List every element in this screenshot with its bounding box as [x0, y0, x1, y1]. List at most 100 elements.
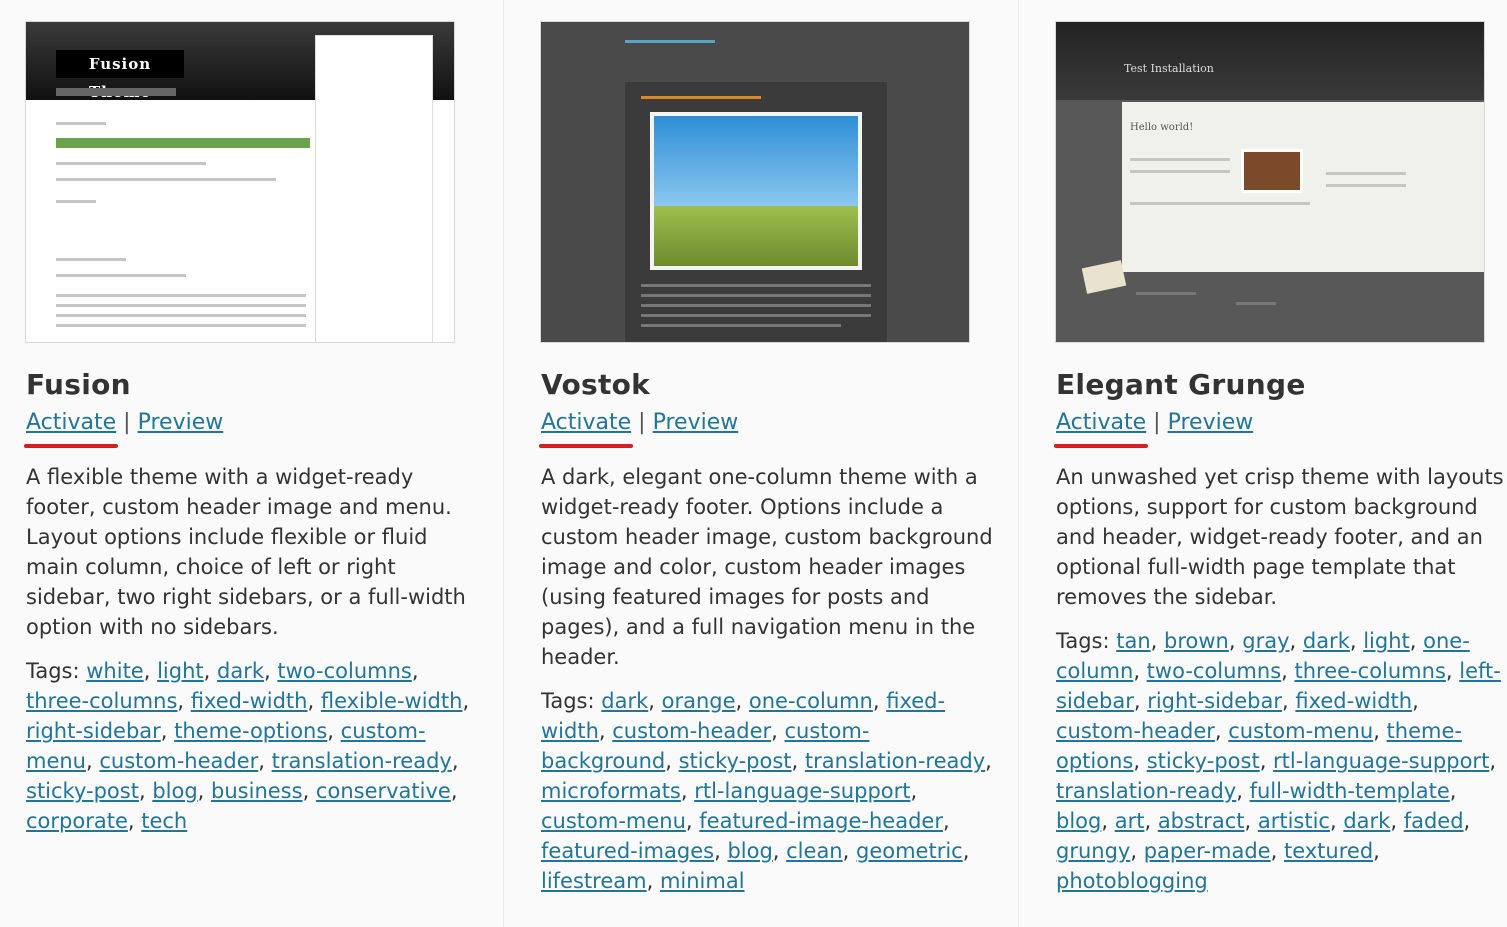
tag-link[interactable]: custom-header [99, 749, 258, 773]
tag-link[interactable]: clean [786, 839, 842, 863]
tag-link[interactable]: translation-ready [805, 749, 985, 773]
tag-link[interactable]: three-columns [1295, 659, 1446, 683]
theme-tags: Tags: dark, orange, one-column, fixed-wi… [541, 689, 992, 893]
tag-link[interactable]: blog [1056, 809, 1101, 833]
tag-link[interactable]: paper-made [1144, 839, 1271, 863]
theme-description-block: A dark, elegant one-column theme with a … [541, 462, 993, 896]
tag-link[interactable]: two-columns [1147, 659, 1281, 683]
tag-link[interactable]: corporate [26, 809, 128, 833]
tag-link[interactable]: fixed-width [191, 689, 308, 713]
column-divider [1018, 0, 1019, 927]
tag-link[interactable]: faded [1404, 809, 1464, 833]
tag-link[interactable]: right-sidebar [26, 719, 161, 743]
tag-link[interactable]: rtl-language-support [694, 779, 910, 803]
theme-actions: Activate | Preview [1056, 410, 1253, 435]
tag-link[interactable]: conservative [316, 779, 451, 803]
activate-link[interactable]: Activate [26, 410, 116, 435]
tag-link[interactable]: one-column [749, 689, 873, 713]
theme-tags: Tags: white, light, dark, two-columns, t… [26, 659, 470, 833]
tag-link[interactable]: abstract [1158, 809, 1245, 833]
tag-link[interactable]: dark [601, 689, 648, 713]
tag-link[interactable]: microformats [541, 779, 681, 803]
activate-link[interactable]: Activate [541, 410, 631, 435]
column-divider [503, 0, 504, 927]
tag-link[interactable]: sticky-post [679, 749, 792, 773]
tag-link[interactable]: flexible-width [321, 689, 463, 713]
tag-link[interactable]: translation-ready [1056, 779, 1236, 803]
theme-card-fusion: Fusion Theme Fusion Activate | Preview A… [12, 0, 492, 927]
tag-link[interactable]: orange [662, 689, 736, 713]
tag-link[interactable]: gray [1242, 629, 1289, 653]
theme-name: Vostok [541, 368, 651, 401]
tag-link[interactable]: right-sidebar [1147, 689, 1282, 713]
tag-link[interactable]: tech [141, 809, 187, 833]
tag-link[interactable]: light [1363, 629, 1410, 653]
tag-link[interactable]: theme-options [174, 719, 327, 743]
theme-description: A dark, elegant one-column theme with a … [541, 465, 993, 669]
theme-screenshot-vostok[interactable] [541, 22, 969, 342]
theme-description-block: A flexible theme with a widget-ready foo… [26, 462, 478, 836]
tag-link[interactable]: brown [1164, 629, 1229, 653]
tag-link[interactable]: three-columns [26, 689, 177, 713]
activate-link[interactable]: Activate [1056, 410, 1146, 435]
tag-link[interactable]: tan [1116, 629, 1150, 653]
tag-link[interactable]: art [1115, 809, 1145, 833]
tag-link[interactable]: two-columns [277, 659, 411, 683]
tags-label: Tags: [541, 689, 602, 713]
tag-link[interactable]: sticky-post [1147, 749, 1260, 773]
tags-label: Tags: [1056, 629, 1117, 653]
preview-link[interactable]: Preview [653, 410, 739, 435]
thumb-site-title: Test Installation [1124, 62, 1214, 75]
tag-link[interactable]: light [157, 659, 204, 683]
tag-link[interactable]: full-width-template [1250, 779, 1450, 803]
tag-link[interactable]: blog [152, 779, 197, 803]
themes-grid: Fusion Theme Fusion Activate | Preview A… [0, 0, 1507, 927]
tag-link[interactable]: grungy [1056, 839, 1130, 863]
highlight-underline [24, 444, 118, 448]
tag-link[interactable]: dark [1343, 809, 1390, 833]
tree-photo [650, 112, 862, 270]
theme-screenshot-elegant-grunge[interactable]: Test Installation Hello world! [1056, 22, 1484, 342]
action-separator: | [1153, 410, 1161, 435]
tag-link[interactable]: featured-images [541, 839, 714, 863]
tag-link[interactable]: custom-header [1056, 719, 1215, 743]
theme-tags: Tags: tan, brown, gray, dark, light, one… [1056, 629, 1501, 893]
tag-link[interactable]: minimal [660, 869, 745, 893]
tag-link[interactable]: white [86, 659, 143, 683]
tag-link[interactable]: artistic [1258, 809, 1330, 833]
tag-link[interactable]: photoblogging [1056, 869, 1208, 893]
tag-link[interactable]: custom-menu [541, 809, 686, 833]
tag-link[interactable]: sticky-post [26, 779, 139, 803]
tag-link[interactable]: featured-image-header [699, 809, 943, 833]
highlight-underline [1054, 444, 1148, 448]
tag-link[interactable]: dark [1303, 629, 1350, 653]
theme-actions: Activate | Preview [26, 410, 223, 435]
tag-link[interactable]: custom-header [612, 719, 771, 743]
fusion-logo: Fusion Theme [56, 50, 184, 101]
highlight-underline [539, 444, 633, 448]
tag-link[interactable]: geometric [856, 839, 963, 863]
theme-card-vostok: Vostok Activate | Preview A dark, elegan… [527, 0, 1007, 927]
theme-description: An unwashed yet crisp theme with layouts… [1056, 465, 1504, 609]
theme-name: Elegant Grunge [1056, 368, 1306, 401]
theme-card-elegant-grunge: Test Installation Hello world! Elegant G… [1042, 0, 1507, 927]
tag-link[interactable]: lifestream [541, 869, 647, 893]
theme-description-block: An unwashed yet crisp theme with layouts… [1056, 462, 1507, 896]
tag-link[interactable]: rtl-language-support [1273, 749, 1489, 773]
tag-link[interactable]: dark [217, 659, 264, 683]
tag-link[interactable]: business [211, 779, 303, 803]
theme-actions: Activate | Preview [541, 410, 738, 435]
tag-link[interactable]: textured [1284, 839, 1373, 863]
theme-name: Fusion [26, 368, 131, 401]
action-separator: | [123, 410, 131, 435]
theme-description: A flexible theme with a widget-ready foo… [26, 465, 466, 639]
preview-link[interactable]: Preview [1168, 410, 1254, 435]
tag-link[interactable]: blog [727, 839, 772, 863]
theme-screenshot-fusion[interactable]: Fusion Theme [26, 22, 454, 342]
tag-link[interactable]: translation-ready [272, 749, 452, 773]
action-separator: | [638, 410, 646, 435]
tag-link[interactable]: custom-menu [1228, 719, 1373, 743]
tag-link[interactable]: fixed-width [1295, 689, 1412, 713]
tags-label: Tags: [26, 659, 87, 683]
preview-link[interactable]: Preview [138, 410, 224, 435]
